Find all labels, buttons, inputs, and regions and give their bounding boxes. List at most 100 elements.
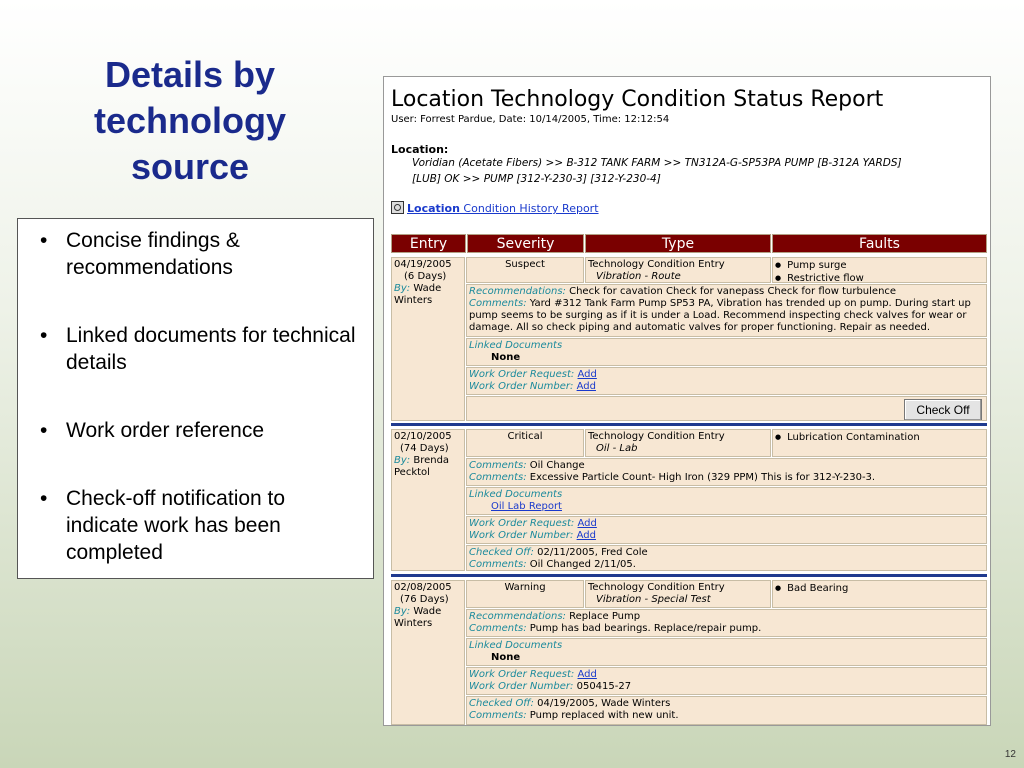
location-path-continued: [LUB] OK >> PUMP [312-Y-230-3] [312-Y-23…	[412, 173, 661, 185]
work-order-number-row: Work Order Number: Add	[469, 381, 984, 393]
recommendations-cell: Comments: Oil Change Comments: Excessive…	[466, 458, 987, 486]
entry-info-cell: 04/19/2005 (6 Days) By: Wade Winters	[391, 257, 465, 421]
checked-off-value: 04/19/2005, Wade Winters	[537, 698, 671, 709]
author-first: Wade	[413, 606, 442, 617]
entry-info-cell: 02/10/2005 (74 Days) By: Brenda Pecktol	[391, 429, 465, 571]
report-screenshot: Location Technology Condition Status Rep…	[383, 76, 991, 726]
entry-age: (74 Days)	[400, 443, 449, 454]
author-last: Winters	[394, 618, 433, 629]
comments-label: Comments:	[469, 298, 527, 309]
faults-cell: Pump surge Restrictive flow	[772, 257, 987, 283]
linked-documents-label: Linked Documents	[469, 640, 563, 651]
work-order-number-label: Work Order Number:	[469, 681, 574, 692]
recommendations-label: Comments:	[469, 460, 527, 471]
type-cell: Technology Condition Entry Vibration - S…	[585, 580, 771, 608]
comments-row: Comments: Yard #312 Tank Farm Pump SP53 …	[469, 298, 984, 334]
by-label: By:	[394, 606, 411, 617]
report-magnifier-icon	[391, 201, 404, 214]
recommendations-cell: Recommendations: Check for cavation Chec…	[466, 284, 987, 337]
column-header-type: Type	[585, 234, 771, 253]
subtype-value: Vibration - Special Test	[596, 594, 711, 605]
recommendations-text: Check for cavation Check for vanepass Ch…	[569, 286, 897, 297]
author-first: Brenda	[413, 455, 450, 466]
history-link-text: Condition History Report	[459, 202, 599, 215]
severity-cell: Warning	[466, 580, 584, 608]
linked-documents-label: Linked Documents	[469, 340, 563, 351]
column-header-severity: Severity	[467, 234, 584, 253]
work-order-request-row: Work Order Request: Add	[469, 669, 984, 681]
comments-label: Comments:	[469, 472, 527, 483]
comments-row: Comments: Pump has bad bearings. Replace…	[469, 623, 984, 635]
work-order-number-value: 050415-27	[576, 681, 632, 692]
condition-history-report-link[interactable]: Location Condition History Report	[391, 201, 599, 215]
bullet-item: • Work order reference	[18, 417, 363, 444]
entry-date: 02/08/2005	[394, 582, 452, 593]
bullet-icon: •	[40, 487, 48, 510]
work-order-number-label: Work Order Number:	[469, 530, 574, 541]
severity-value: Critical	[507, 431, 543, 442]
checked-off-cell: Checked Off: 02/11/2005, Fred Cole Comme…	[466, 545, 987, 571]
work-order-number-label: Work Order Number:	[469, 381, 574, 392]
checkoff-comments-value: Oil Changed 2/11/05.	[529, 559, 636, 570]
recommendations-text: Oil Change	[529, 460, 585, 471]
type-cell: Technology Condition Entry Oil - Lab	[585, 429, 771, 457]
work-order-number-add-link[interactable]: Add	[577, 381, 596, 392]
fault-item: Pump surge	[775, 259, 984, 272]
bullet-icon: •	[40, 419, 48, 442]
location-label: Location:	[391, 143, 449, 156]
severity-cell: Suspect	[466, 257, 584, 283]
comments-label: Comments:	[469, 710, 527, 721]
fault-item: Restrictive flow	[775, 272, 984, 282]
history-link-bold: Location	[407, 202, 460, 215]
severity-value: Warning	[504, 582, 546, 593]
bullet-text: Check-off notification to indicate work …	[66, 487, 286, 564]
checked-off-label: Checked Off:	[469, 698, 534, 709]
recommendations-label: Recommendations:	[469, 611, 566, 622]
author-last: Pecktol	[394, 467, 430, 478]
checkoff-comments-row: Comments: Oil Changed 2/11/05.	[469, 559, 984, 570]
entry-separator	[391, 423, 987, 426]
work-order-request-add-link[interactable]: Add	[578, 369, 597, 380]
by-label: By:	[394, 455, 411, 466]
severity-cell: Critical	[466, 429, 584, 457]
checked-off-cell: Checked Off: 04/19/2005, Wade Winters Co…	[466, 696, 987, 725]
entry-info-cell: 02/08/2005 (76 Days) By: Wade Winters	[391, 580, 465, 725]
comments-text: Pump has bad bearings. Replace/repair pu…	[529, 623, 762, 634]
fault-item: Bad Bearing	[775, 582, 984, 595]
bullet-text: Linked documents for technical details	[66, 324, 356, 374]
entry-separator	[391, 574, 987, 577]
slide-title: Details by technology source	[93, 54, 286, 187]
entry-date: 02/10/2005	[394, 431, 452, 442]
check-off-cell: Check Off	[466, 396, 987, 421]
linked-documents-cell: Linked Documents None	[466, 338, 987, 366]
report-title: Location Technology Condition Status Rep…	[391, 87, 884, 112]
check-off-button[interactable]: Check Off	[904, 399, 982, 420]
work-order-number-add-link[interactable]: Add	[577, 530, 596, 541]
recommendations-row: Comments: Oil Change	[469, 460, 984, 472]
oil-lab-report-link[interactable]: Oil Lab Report	[491, 501, 562, 512]
severity-value: Suspect	[505, 259, 545, 270]
entry-age: (6 Days)	[404, 271, 447, 282]
bullet-icon: •	[40, 229, 48, 252]
linked-documents-cell: Linked Documents None	[466, 638, 987, 666]
recommendations-row: Recommendations: Replace Pump	[469, 611, 984, 623]
checkoff-comments-value: Pump replaced with new unit.	[529, 710, 679, 721]
checked-off-row: Checked Off: 04/19/2005, Wade Winters	[469, 698, 984, 710]
entry-author: By: Wade	[394, 283, 462, 295]
checked-off-row: Checked Off: 02/11/2005, Fred Cole	[469, 547, 984, 559]
bullet-text: Work order reference	[66, 419, 265, 442]
comments-label: Comments:	[469, 623, 527, 634]
faults-cell: Bad Bearing	[772, 580, 987, 608]
work-order-request-label: Work Order Request:	[469, 669, 575, 680]
comments-text: Yard #312 Tank Farm Pump SP53 PA, Vibrat…	[469, 298, 971, 333]
comments-label: Comments:	[469, 559, 527, 570]
work-order-request-row: Work Order Request: Add	[469, 518, 984, 530]
column-header-entry: Entry	[391, 234, 466, 253]
work-order-request-add-link[interactable]: Add	[578, 669, 597, 680]
work-order-request-add-link[interactable]: Add	[578, 518, 597, 529]
recommendations-text: Replace Pump	[569, 611, 641, 622]
work-order-number-row: Work Order Number: Add	[469, 530, 984, 542]
checkoff-comments-row: Comments: Pump replaced with new unit.	[469, 710, 984, 722]
work-order-request-label: Work Order Request:	[469, 369, 575, 380]
work-order-number-row: Work Order Number: 050415-27	[469, 681, 984, 693]
